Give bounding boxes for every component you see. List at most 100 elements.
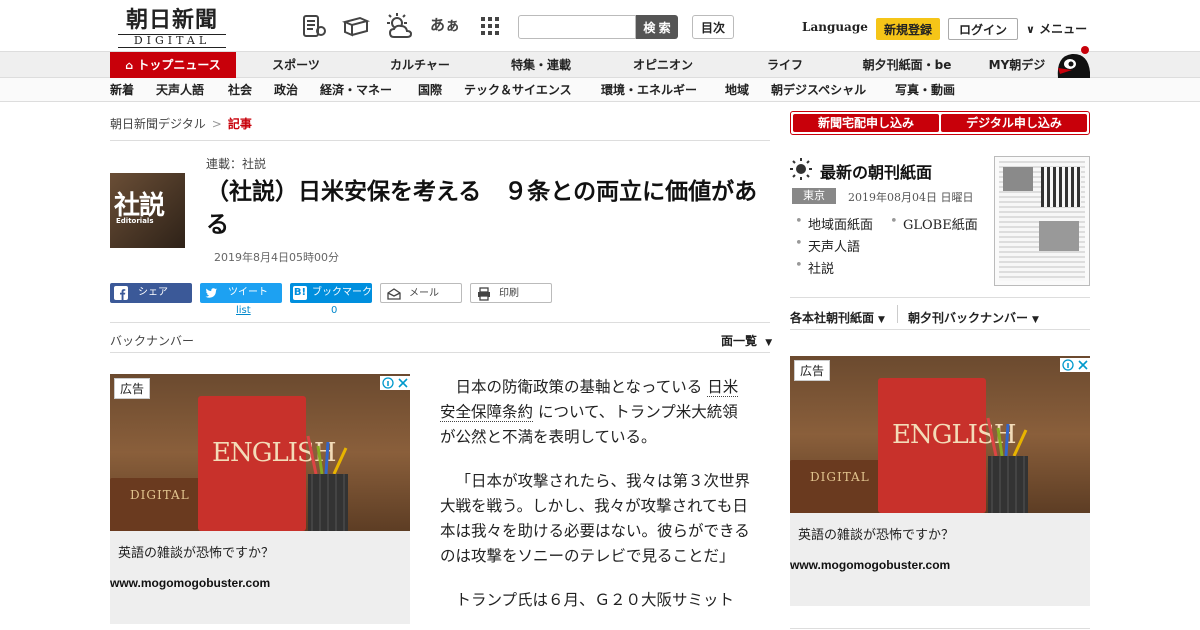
- link-editorial[interactable]: 社説: [795, 258, 834, 277]
- main-nav: ⌂ トップニュース スポーツ カルチャー 特集・連載 オピニオン ライフ 朝夕刊…: [0, 52, 1200, 78]
- facebook-share-button[interactable]: シェア: [110, 283, 192, 303]
- mail-share-button[interactable]: メール: [380, 283, 462, 303]
- back-number-label: バックナンバー: [110, 334, 195, 348]
- nav-life[interactable]: ライフ: [758, 52, 812, 78]
- article-title: （社説）日米安保を考える ９条との両立に価値がある: [206, 179, 758, 238]
- adchoices-icon[interactable]: [380, 376, 410, 390]
- region-badge: 東京: [792, 188, 836, 204]
- weather-icon[interactable]: [385, 12, 413, 40]
- ad-image: DIGITAL ENGLISH: [790, 356, 1090, 513]
- pencil-cup-icon: [306, 435, 348, 531]
- printer-icon: [478, 287, 490, 301]
- link-tensei[interactable]: 天声人語: [795, 236, 860, 255]
- subscribe-digital-button[interactable]: デジタル申し込み: [941, 114, 1087, 132]
- login-button[interactable]: ログイン: [948, 18, 1018, 40]
- site-logo[interactable]: 朝日新聞 DIGITAL: [112, 8, 232, 48]
- chevron-down-icon: ∨: [1026, 23, 1035, 36]
- subnav-economy[interactable]: 経済・マネー: [320, 78, 392, 102]
- twitter-share-button[interactable]: ツイート: [200, 283, 282, 303]
- mail-icon: [387, 288, 401, 300]
- subnav-latest[interactable]: 新着: [110, 78, 134, 102]
- signup-button[interactable]: 新規登録: [876, 18, 940, 40]
- list-dropdown[interactable]: 面一覧 ▼: [721, 332, 772, 349]
- divider: [790, 628, 1090, 629]
- divider: [110, 140, 770, 141]
- ad-copy: 英語の雑談が恐怖ですか？: [798, 528, 955, 543]
- link-globe[interactable]: GLOBE紙面: [890, 214, 978, 233]
- ad-label: 広告: [114, 378, 151, 399]
- nav-my-asahi[interactable]: MY朝デジ: [982, 52, 1052, 78]
- subnav-special[interactable]: 朝デジスペシャル: [771, 78, 866, 102]
- newspaper-icon[interactable]: [342, 12, 370, 40]
- nav-culture[interactable]: カルチャー: [380, 52, 460, 78]
- subnav-environment[interactable]: 環境・エネルギー: [601, 78, 697, 102]
- language-link[interactable]: Language: [802, 20, 868, 34]
- paper-photo: [1003, 167, 1033, 191]
- search-input[interactable]: [518, 15, 636, 39]
- article-body: 日本の防衛政策の基軸となっている 日米安全保障条約 について、トランプ米大統領が…: [440, 375, 752, 630]
- print-button[interactable]: 印刷: [470, 283, 552, 303]
- twitter-icon: [205, 288, 217, 298]
- editorial-badge[interactable]: 社説 Editorials: [110, 173, 185, 248]
- nav-features[interactable]: 特集・連載: [500, 52, 582, 78]
- toc-button[interactable]: 目次: [692, 15, 734, 39]
- breadcrumb-sep: >: [211, 117, 222, 131]
- subnav-politics[interactable]: 政治: [274, 78, 298, 102]
- link-regional[interactable]: 地域面紙面: [795, 214, 873, 233]
- home-icon: ⌂: [125, 59, 134, 72]
- dropdown-paper-editions[interactable]: 各本社朝刊紙面 ▼: [790, 309, 885, 326]
- divider: [897, 305, 898, 323]
- divider: [110, 352, 770, 353]
- logo-en: DIGITAL: [118, 34, 226, 48]
- nav-top-news-label: トップニュース: [137, 58, 221, 72]
- paper-date: 2019年08月04日 日曜日: [848, 191, 974, 204]
- advertisement-left[interactable]: DIGITAL ENGLISH 広告 英語の雑談が恐怖ですか？ www.mogo…: [110, 374, 410, 624]
- paragraph: 日本の防衛政策の基軸となっている 日米安全保障条約 について、トランプ米大統領が…: [440, 375, 752, 450]
- breadcrumb-home[interactable]: 朝日新聞デジタル: [110, 117, 206, 131]
- ad-red-book: ENGLISH: [198, 396, 337, 531]
- series-label[interactable]: 連載：社説: [206, 155, 266, 172]
- facebook-share-label: シェア: [138, 287, 168, 298]
- dropdown-back-numbers[interactable]: 朝夕刊バックナンバー ▼: [908, 309, 1039, 326]
- newspaper-thumbnail[interactable]: [994, 156, 1090, 286]
- newspaper-thumbnail-image: [999, 161, 1085, 281]
- twitter-count[interactable]: list: [236, 305, 251, 316]
- subnav-tech[interactable]: テック＆サイエンス: [464, 78, 572, 102]
- nav-paper[interactable]: 朝夕刊紙面・be: [856, 52, 958, 78]
- news-reader-icon[interactable]: [300, 12, 328, 40]
- hatena-count[interactable]: 0: [331, 305, 337, 316]
- latest-paper-title[interactable]: 最新の朝刊紙面: [820, 159, 932, 183]
- subnav-photo[interactable]: 写真・動画: [895, 78, 955, 102]
- divider: [110, 322, 770, 323]
- subnav-society[interactable]: 社会: [228, 78, 252, 102]
- mascot-icon[interactable]: [1054, 44, 1092, 80]
- ad-url: www.mogomogobuster.com: [790, 558, 951, 572]
- sub-nav: 新着 天声人語 社会 政治 経済・マネー 国際 テック＆サイエンス 環境・エネル…: [0, 78, 1200, 102]
- print-label: 印刷: [499, 288, 519, 299]
- paper-photo: [1039, 221, 1079, 251]
- font-size-icon[interactable]: あぁ: [430, 14, 462, 42]
- adchoices-icon[interactable]: [1060, 358, 1090, 372]
- caret-down-icon: ▼: [765, 338, 773, 348]
- subnav-world[interactable]: 国際: [418, 78, 442, 102]
- hatena-icon: B!: [293, 286, 307, 300]
- hatena-bookmark-button[interactable]: B! ブックマーク: [290, 283, 372, 303]
- grid-menu-icon[interactable]: [476, 12, 504, 40]
- dropdown-back-numbers-label: 朝夕刊バックナンバー: [908, 311, 1029, 325]
- subnav-region[interactable]: 地域: [725, 78, 749, 102]
- nav-top-news[interactable]: ⌂ トップニュース: [110, 52, 236, 78]
- paragraph: トランプ氏は６月、Ｇ２０大阪サミット: [455, 591, 735, 609]
- facebook-icon: [114, 286, 128, 300]
- nav-opinion[interactable]: オピニオン: [622, 52, 704, 78]
- ad-old-book-title: DIGITAL: [130, 488, 190, 502]
- subnav-tensei[interactable]: 天声人語: [156, 78, 204, 102]
- list-dropdown-label: 面一覧: [721, 334, 758, 348]
- mail-share-label: メール: [409, 288, 439, 299]
- advertisement-right[interactable]: DIGITAL ENGLISH 広告 英語の雑談が恐怖ですか？ www.mogo…: [790, 356, 1090, 606]
- menu-button[interactable]: ∨ メニュー: [1026, 20, 1087, 37]
- search-button[interactable]: 検 索: [636, 15, 678, 39]
- nav-sports[interactable]: スポーツ: [260, 52, 332, 78]
- pencil-cup-icon: [986, 417, 1028, 513]
- subscribe-paper-button[interactable]: 新聞宅配申し込み: [793, 114, 939, 132]
- breadcrumb-current[interactable]: 記事: [228, 117, 252, 131]
